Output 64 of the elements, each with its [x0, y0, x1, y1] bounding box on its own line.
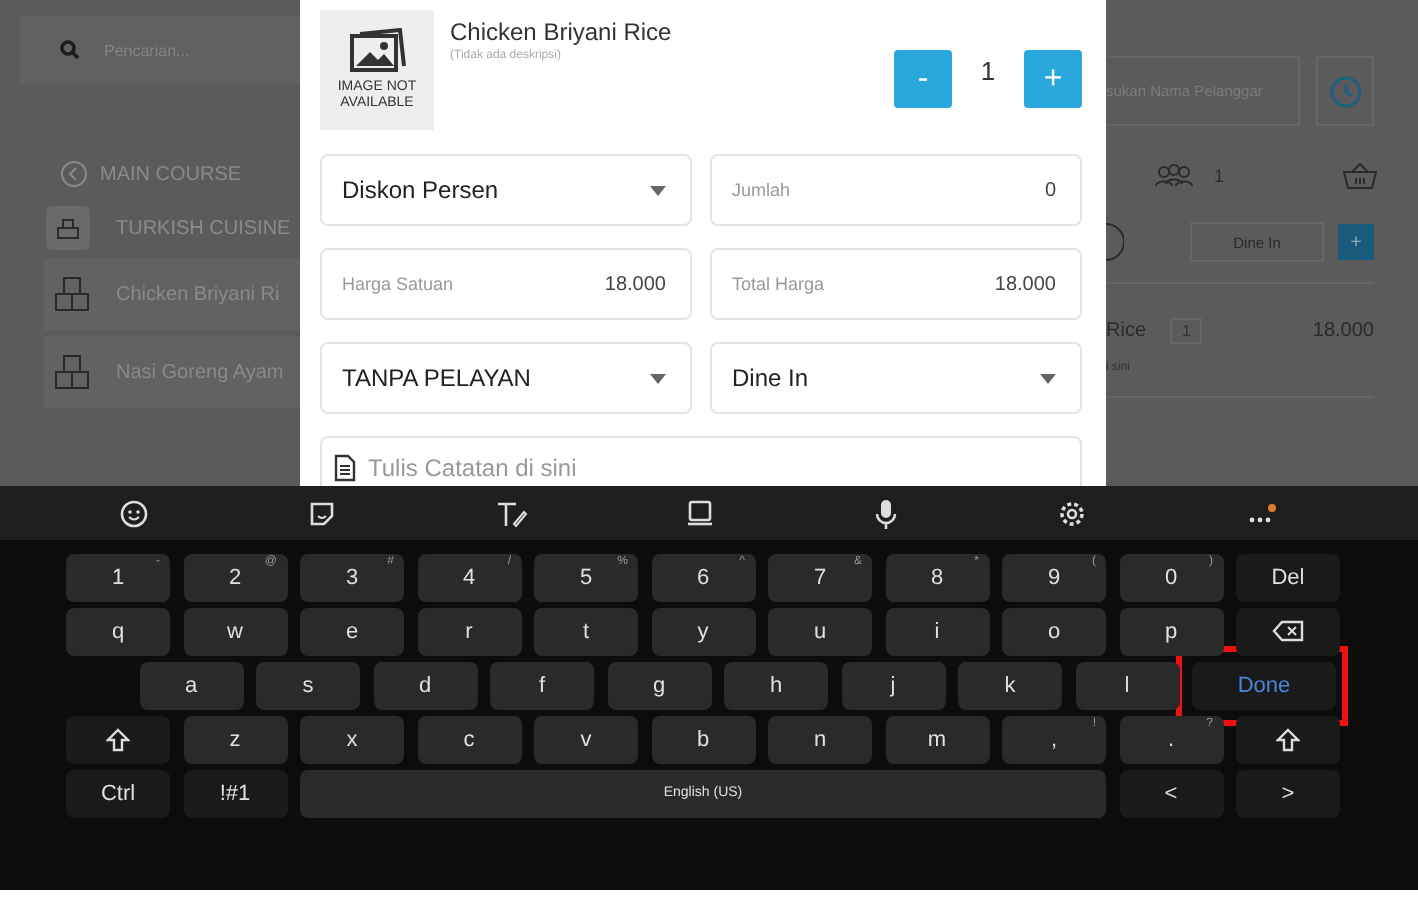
image-icon	[347, 28, 407, 76]
key[interactable]: f	[490, 662, 594, 709]
product-title: Chicken Briyani Rice	[450, 18, 674, 46]
key[interactable]: j	[841, 662, 945, 709]
backspace-icon	[1272, 620, 1304, 643]
dropdown[interactable]: Diskon Persen	[320, 154, 692, 226]
key[interactable]: s	[256, 662, 360, 709]
key[interactable]: >	[1236, 770, 1340, 817]
key[interactable]: c	[417, 716, 521, 763]
key[interactable]: Del	[1236, 554, 1340, 601]
box-icon	[46, 206, 90, 250]
search-icon	[60, 40, 80, 60]
key[interactable]: x	[300, 716, 404, 763]
key[interactable]: v	[534, 716, 638, 763]
shift-icon	[1276, 727, 1300, 752]
shift-key[interactable]	[66, 716, 170, 763]
key[interactable]: k	[958, 662, 1062, 709]
key[interactable]: y	[651, 608, 755, 655]
people-icon	[1154, 164, 1194, 188]
key[interactable]: q	[66, 608, 170, 655]
microphone-icon[interactable]	[874, 497, 899, 529]
key[interactable]: i	[885, 608, 989, 655]
caret-icon	[650, 185, 666, 195]
key[interactable]: m	[885, 716, 989, 763]
settings-icon[interactable]	[1058, 499, 1087, 527]
key[interactable]: o	[1002, 608, 1106, 655]
more-icon[interactable]	[1245, 501, 1278, 525]
input-field[interactable]: Harga Satuan 18.000	[320, 248, 692, 320]
key[interactable]: <	[1119, 770, 1223, 817]
emoji-icon[interactable]	[119, 499, 148, 527]
key[interactable]: b	[651, 716, 755, 763]
key[interactable]: r	[417, 608, 521, 655]
shift-icon	[106, 727, 130, 752]
clock-icon	[1327, 73, 1363, 109]
clipboard-icon[interactable]	[686, 499, 715, 527]
boxes-icon	[54, 276, 94, 312]
key[interactable]: n	[768, 716, 872, 763]
done-key[interactable]: Done	[1192, 662, 1336, 709]
key[interactable]: h	[724, 662, 828, 709]
caret-icon	[1040, 373, 1056, 383]
key[interactable]: t	[534, 608, 638, 655]
key[interactable]: p	[1119, 608, 1223, 655]
input-field[interactable]: Jumlah 0	[710, 154, 1082, 226]
caret-icon	[650, 373, 666, 383]
dropdown[interactable]: TANPA PELAYAN	[320, 342, 692, 414]
backspace-key[interactable]	[1236, 608, 1340, 655]
key[interactable]: l	[1075, 662, 1179, 709]
key[interactable]: u	[768, 608, 872, 655]
key[interactable]: g	[607, 662, 711, 709]
key[interactable]: w	[183, 608, 287, 655]
key[interactable]: a	[139, 662, 243, 709]
document-icon	[334, 454, 356, 482]
sticker-icon[interactable]	[307, 499, 336, 527]
input-field[interactable]: Total Harga 18.000	[710, 248, 1082, 320]
dropdown[interactable]: Dine In	[710, 342, 1082, 414]
key[interactable]: z	[183, 716, 287, 763]
shift-key[interactable]	[1236, 716, 1340, 763]
quantity-value: 1	[978, 56, 998, 86]
key[interactable]: e	[300, 608, 404, 655]
key[interactable]: !#1	[183, 770, 287, 817]
boxes-icon	[54, 354, 94, 390]
key[interactable]: Ctrl	[66, 770, 170, 817]
handwriting-icon[interactable]	[495, 499, 528, 527]
key[interactable]: d	[373, 662, 477, 709]
